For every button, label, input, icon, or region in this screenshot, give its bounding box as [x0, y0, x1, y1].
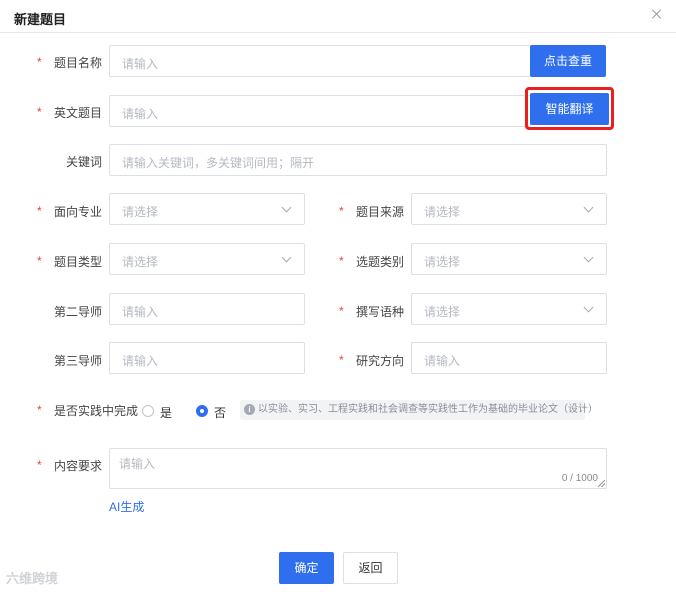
- required-mark: *: [37, 55, 42, 69]
- info-icon: i: [244, 404, 255, 415]
- type-label: 题目类型: [54, 255, 103, 269]
- practice-hint: i 以实验、实习、工程实践和社会调查等实践性工作为基础的毕业论文（设计）: [240, 400, 598, 420]
- content-placeholder: 请输入: [119, 457, 156, 471]
- type-select[interactable]: 请选择: [109, 243, 305, 275]
- category-label: 选题类别: [356, 255, 405, 269]
- practice-no-label[interactable]: 否: [214, 404, 226, 421]
- practice-label: 是否实践中完成: [54, 404, 139, 418]
- char-counter: 0 / 1000: [561, 473, 598, 484]
- second-tutor-placeholder: 请输入: [122, 305, 159, 319]
- third-tutor-label: 第三导师: [54, 354, 103, 368]
- third-tutor-placeholder: 请输入: [122, 354, 159, 368]
- required-mark: *: [339, 304, 344, 318]
- required-mark: *: [339, 353, 344, 367]
- source-placeholder: 请选择: [424, 205, 461, 219]
- smart-translate-button[interactable]: 智能翻译: [530, 93, 609, 125]
- major-select[interactable]: 请选择: [109, 193, 305, 225]
- title-name-placeholder: 请输入: [122, 57, 159, 71]
- language-label: 撰写语种: [356, 305, 405, 319]
- dialog-header: 新建题目: [0, 0, 676, 33]
- chevron-down-icon: [583, 302, 594, 313]
- third-tutor-input[interactable]: 请输入: [109, 342, 305, 374]
- required-mark: *: [37, 458, 42, 472]
- ai-generate-link[interactable]: AI生成: [109, 498, 144, 515]
- major-placeholder: 请选择: [122, 205, 159, 219]
- required-mark: *: [37, 403, 42, 417]
- title-name-input[interactable]: 请输入: [109, 45, 531, 77]
- source-select[interactable]: 请选择: [411, 193, 607, 225]
- direction-placeholder: 请输入: [424, 354, 461, 368]
- content-textarea[interactable]: 请输入 0 / 1000: [109, 448, 607, 489]
- check-duplicate-button[interactable]: 点击查重: [530, 45, 606, 77]
- dialog-title: 新建题目: [14, 12, 67, 27]
- english-title-placeholder: 请输入: [122, 107, 159, 121]
- type-placeholder: 请选择: [122, 255, 159, 269]
- direction-label: 研究方向: [356, 354, 405, 368]
- content-label: 内容要求: [54, 459, 103, 473]
- close-icon[interactable]: [650, 8, 664, 22]
- chevron-down-icon: [583, 252, 594, 263]
- practice-hint-text: 以实验、实习、工程实践和社会调查等实践性工作为基础的毕业论文（设计）: [258, 404, 598, 415]
- second-tutor-label: 第二导师: [54, 305, 103, 319]
- category-select[interactable]: 请选择: [411, 243, 607, 275]
- practice-yes-label[interactable]: 是: [160, 404, 172, 421]
- required-mark: *: [339, 204, 344, 218]
- practice-yes-radio[interactable]: [142, 405, 154, 417]
- direction-input[interactable]: 请输入: [411, 342, 607, 374]
- category-placeholder: 请选择: [424, 255, 461, 269]
- chevron-down-icon: [281, 252, 292, 263]
- keywords-label: 关键词: [66, 155, 103, 169]
- second-tutor-input[interactable]: 请输入: [109, 293, 305, 325]
- keywords-input[interactable]: 请输入关键词，多关键词间用；隔开: [109, 144, 607, 176]
- english-title-label: 英文题目: [54, 106, 103, 120]
- watermark: 六维跨境: [6, 571, 59, 586]
- confirm-button[interactable]: 确定: [279, 552, 334, 584]
- required-mark: *: [37, 254, 42, 268]
- keywords-placeholder: 请输入关键词，多关键词间用；隔开: [122, 156, 315, 170]
- practice-no-radio[interactable]: [196, 405, 208, 417]
- title-name-label: 题目名称: [54, 56, 103, 70]
- language-placeholder: 请选择: [424, 305, 461, 319]
- required-mark: *: [339, 254, 344, 268]
- english-title-input[interactable]: 请输入: [109, 95, 531, 127]
- chevron-down-icon: [281, 202, 292, 213]
- language-select[interactable]: 请选择: [411, 293, 607, 325]
- major-label: 面向专业: [54, 205, 103, 219]
- chevron-down-icon: [583, 202, 594, 213]
- back-button[interactable]: 返回: [343, 552, 398, 584]
- required-mark: *: [37, 204, 42, 218]
- resize-handle-icon[interactable]: [598, 480, 605, 487]
- source-label: 题目来源: [356, 205, 405, 219]
- required-mark: *: [37, 105, 42, 119]
